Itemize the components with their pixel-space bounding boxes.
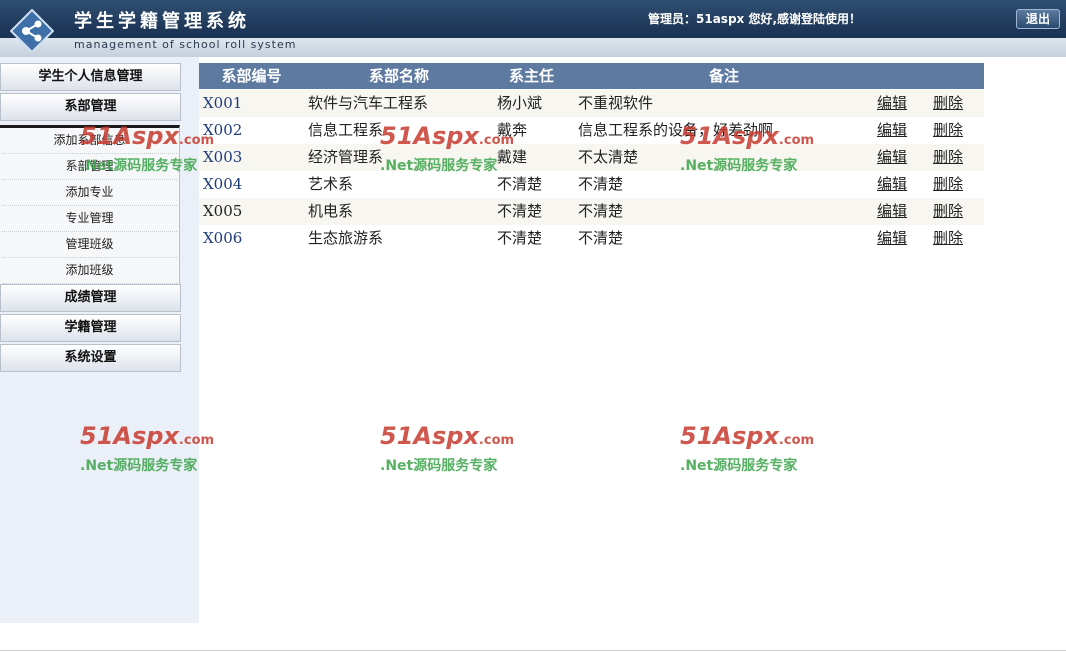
department-id: X001: [203, 94, 243, 112]
column-header-head: 系主任: [508, 67, 554, 85]
department-id: X006: [203, 229, 243, 247]
edit-link[interactable]: 编辑: [877, 117, 907, 144]
column-header-name: 系部名称: [368, 67, 429, 85]
department-name: 软件与汽车工程系: [308, 94, 429, 112]
department-name: 经济管理系: [308, 148, 384, 166]
department-note: 不清楚: [578, 175, 624, 193]
welcome-message: 管理员：51aspx 您好,感谢登陆使用！: [648, 12, 862, 26]
department-head: 戴建: [497, 148, 528, 166]
department-note: 不重视软件: [578, 94, 654, 112]
department-id: X005: [203, 202, 243, 220]
edit-link[interactable]: 编辑: [877, 144, 907, 171]
department-head: 不清楚: [497, 229, 543, 247]
table-row: X002 信息工程系 戴奔 信息工程系的设备，好差劲啊 编辑 删除: [199, 117, 984, 144]
delete-link[interactable]: 删除: [933, 198, 963, 225]
watermark-brand: 51Aspx: [680, 422, 779, 450]
department-id: X004: [203, 175, 243, 193]
department-name: 生态旅游系: [308, 229, 384, 247]
submenu-major-manage[interactable]: 专业管理: [2, 206, 177, 232]
department-head: 杨小斌: [497, 94, 543, 112]
watermark-domain: .com: [778, 433, 815, 448]
table-row: X006 生态旅游系 不清楚 不清楚 编辑 删除: [199, 225, 984, 252]
column-header-note: 备注: [708, 67, 739, 85]
menu-school-roll[interactable]: 学籍管理: [0, 314, 181, 342]
edit-link[interactable]: 编辑: [877, 171, 907, 198]
watermark-tagline: .Net源码服务专家: [380, 458, 498, 474]
edit-link[interactable]: 编辑: [877, 225, 907, 252]
table-row: X001 软件与汽车工程系 杨小斌 不重视软件 编辑 删除: [199, 90, 984, 117]
menu-settings[interactable]: 系统设置: [0, 344, 181, 372]
submenu-class-manage[interactable]: 管理班级: [2, 232, 177, 258]
table-row: X003 经济管理系 戴建 不太清楚 编辑 删除: [199, 144, 984, 171]
delete-link[interactable]: 删除: [933, 144, 963, 171]
department-head: 戴奔: [497, 121, 528, 139]
logout-button[interactable]: 退出: [1016, 9, 1060, 29]
department-note: 信息工程系的设备，好差劲啊: [578, 121, 774, 139]
watermark: 51Aspx.com .Net源码服务专家: [380, 422, 520, 482]
menu-scores[interactable]: 成绩管理: [0, 284, 181, 312]
department-id: X002: [203, 121, 243, 139]
department-id: X003: [203, 148, 243, 166]
menu-student-info[interactable]: 学生个人信息管理: [0, 63, 181, 91]
table-header: 系部编号 系部名称 系主任 备注: [199, 63, 984, 89]
department-head: 不清楚: [497, 175, 543, 193]
edit-link[interactable]: 编辑: [877, 198, 907, 225]
edit-link[interactable]: 编辑: [877, 90, 907, 117]
app-header: 学生学籍管理系统 management of school roll syste…: [0, 0, 1066, 57]
delete-link[interactable]: 删除: [933, 90, 963, 117]
app-title: 学生学籍管理系统: [74, 11, 250, 32]
table-row: X004 艺术系 不清楚 不清楚 编辑 删除: [199, 171, 984, 198]
department-note: 不清楚: [578, 229, 624, 247]
department-note: 不太清楚: [578, 148, 639, 166]
delete-link[interactable]: 删除: [933, 117, 963, 144]
app-logo-icon: [10, 9, 54, 53]
watermark-brand: 51Aspx: [380, 422, 479, 450]
department-submenu: 添加系部信息 系部管理 添加专业 专业管理 管理班级 添加班级: [0, 125, 180, 286]
app-subtitle: management of school roll system: [74, 38, 297, 51]
delete-link[interactable]: 删除: [933, 225, 963, 252]
watermark-domain: .com: [478, 433, 515, 448]
submenu-department-manage[interactable]: 系部管理: [2, 154, 177, 180]
table-row: X005 机电系 不清楚 不清楚 编辑 删除: [199, 198, 984, 225]
submenu-add-class[interactable]: 添加班级: [2, 258, 177, 284]
bottom-divider: [0, 650, 1066, 651]
submenu-add-department[interactable]: 添加系部信息: [2, 128, 177, 154]
department-name: 机电系: [308, 202, 354, 220]
watermark: 51Aspx.com .Net源码服务专家: [680, 422, 820, 482]
watermark-tagline: .Net源码服务专家: [680, 458, 798, 474]
column-header-id: 系部编号: [221, 67, 282, 85]
department-head: 不清楚: [497, 202, 543, 220]
department-note: 不清楚: [578, 202, 624, 220]
department-name: 信息工程系: [308, 121, 384, 139]
submenu-add-major[interactable]: 添加专业: [2, 180, 177, 206]
department-name: 艺术系: [308, 175, 354, 193]
delete-link[interactable]: 删除: [933, 171, 963, 198]
menu-department[interactable]: 系部管理: [0, 93, 181, 121]
